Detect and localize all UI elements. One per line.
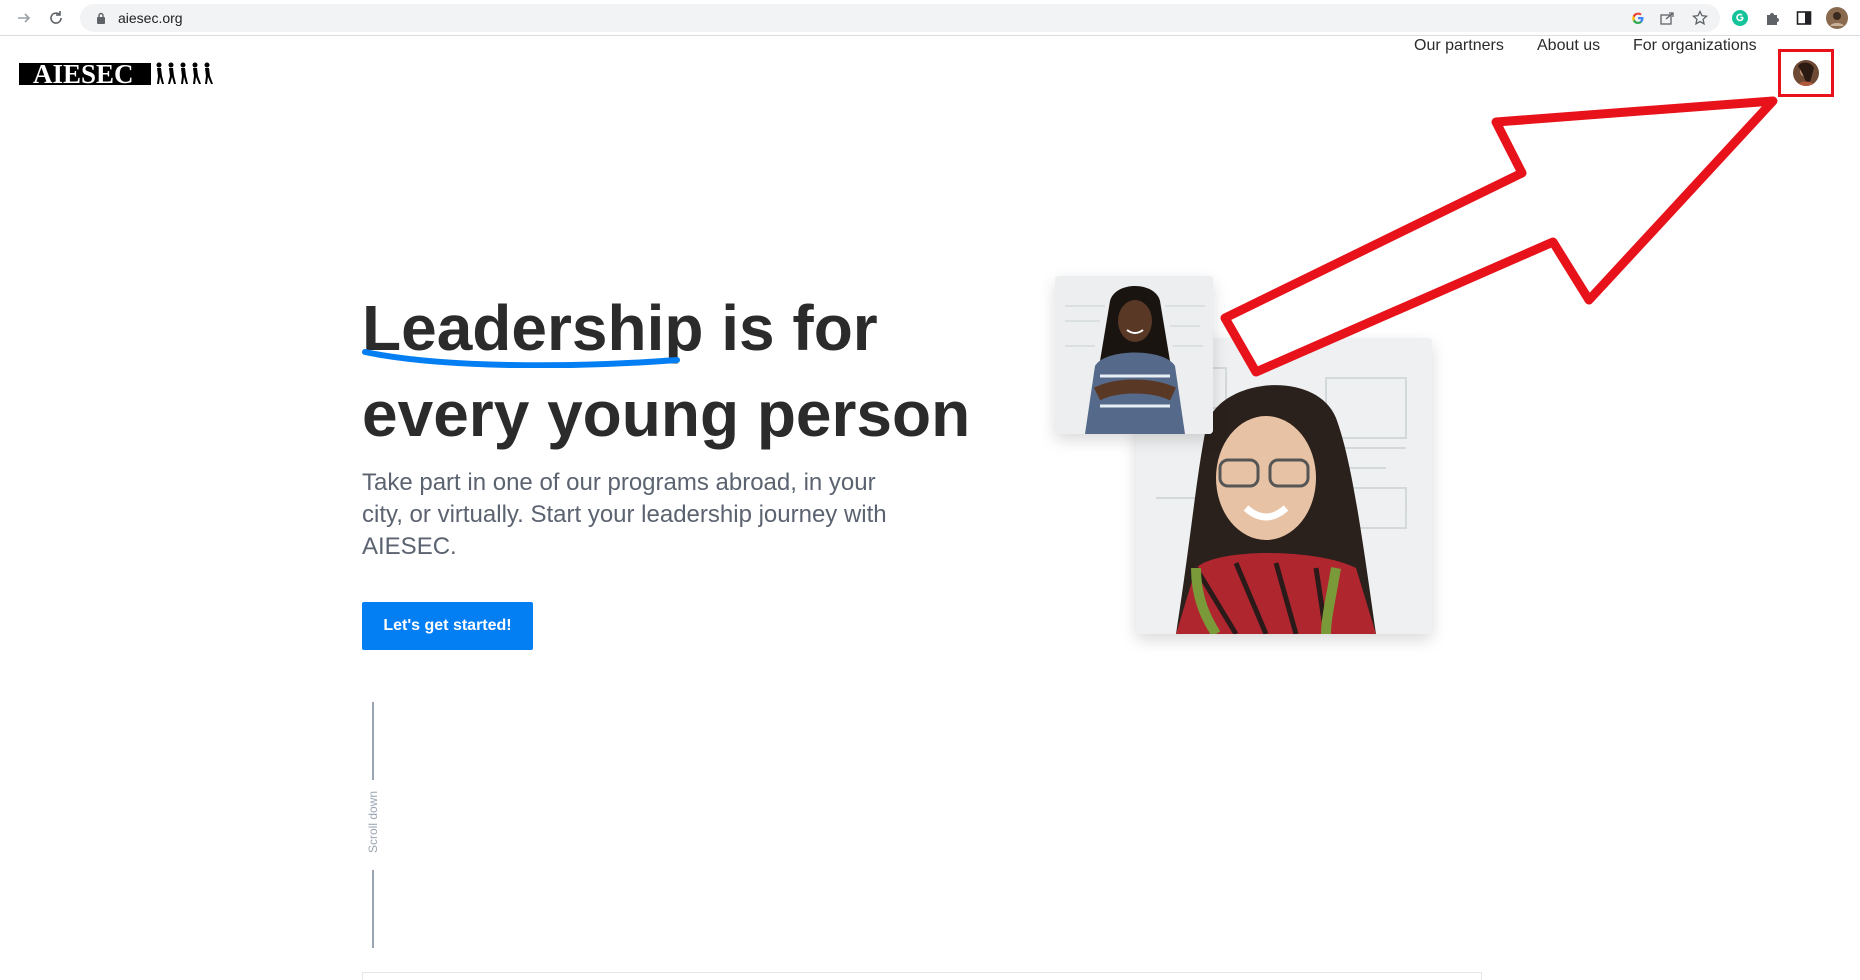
hero-title-line1-rest: is for [703, 292, 878, 364]
aiesec-logo[interactable]: AIESEC [19, 59, 214, 89]
lock-icon[interactable] [94, 11, 108, 25]
scroll-line-bottom [372, 870, 374, 948]
next-section-edge [362, 972, 1482, 980]
avatar [1793, 60, 1819, 86]
grammarly-icon[interactable] [1729, 7, 1751, 29]
puzzle-icon[interactable] [1761, 7, 1783, 29]
user-avatar-button[interactable] [1778, 49, 1834, 97]
url-text: aiesec.org [118, 10, 183, 26]
reload-icon[interactable] [46, 8, 66, 28]
annotation-arrow [1220, 96, 1778, 377]
hero-subtitle: Take part in one of our programs abroad,… [362, 469, 887, 560]
browser-toolbar: aiesec.org [0, 0, 1860, 36]
address-bar[interactable]: aiesec.org [80, 4, 1720, 32]
nav-about-us[interactable]: About us [1537, 37, 1600, 55]
share-icon[interactable] [1658, 8, 1678, 28]
sidepanel-icon[interactable] [1793, 7, 1815, 29]
walking-people-icon [156, 62, 213, 84]
scroll-down-label[interactable]: Scroll down [366, 787, 380, 857]
scroll-line-top [372, 702, 374, 780]
hero-title-line2: every young person [362, 378, 971, 450]
profile-icon[interactable] [1826, 7, 1848, 29]
nav-our-partners[interactable]: Our partners [1414, 37, 1504, 55]
logo-text: AIESEC [33, 59, 134, 89]
get-started-button[interactable]: Let's get started! [362, 602, 533, 650]
nav-for-organizations[interactable]: For organizations [1633, 37, 1757, 55]
hero-title: Leadership is for every young person [362, 285, 982, 457]
site-header: AIESEC Our partners About us For organiz… [0, 37, 1860, 109]
hero-photo-woman-arms-crossed [1055, 276, 1213, 434]
forward-arrow-icon[interactable] [14, 8, 34, 28]
star-icon[interactable] [1690, 8, 1710, 28]
google-icon[interactable] [1628, 8, 1648, 28]
title-underline-stroke [362, 349, 680, 368]
